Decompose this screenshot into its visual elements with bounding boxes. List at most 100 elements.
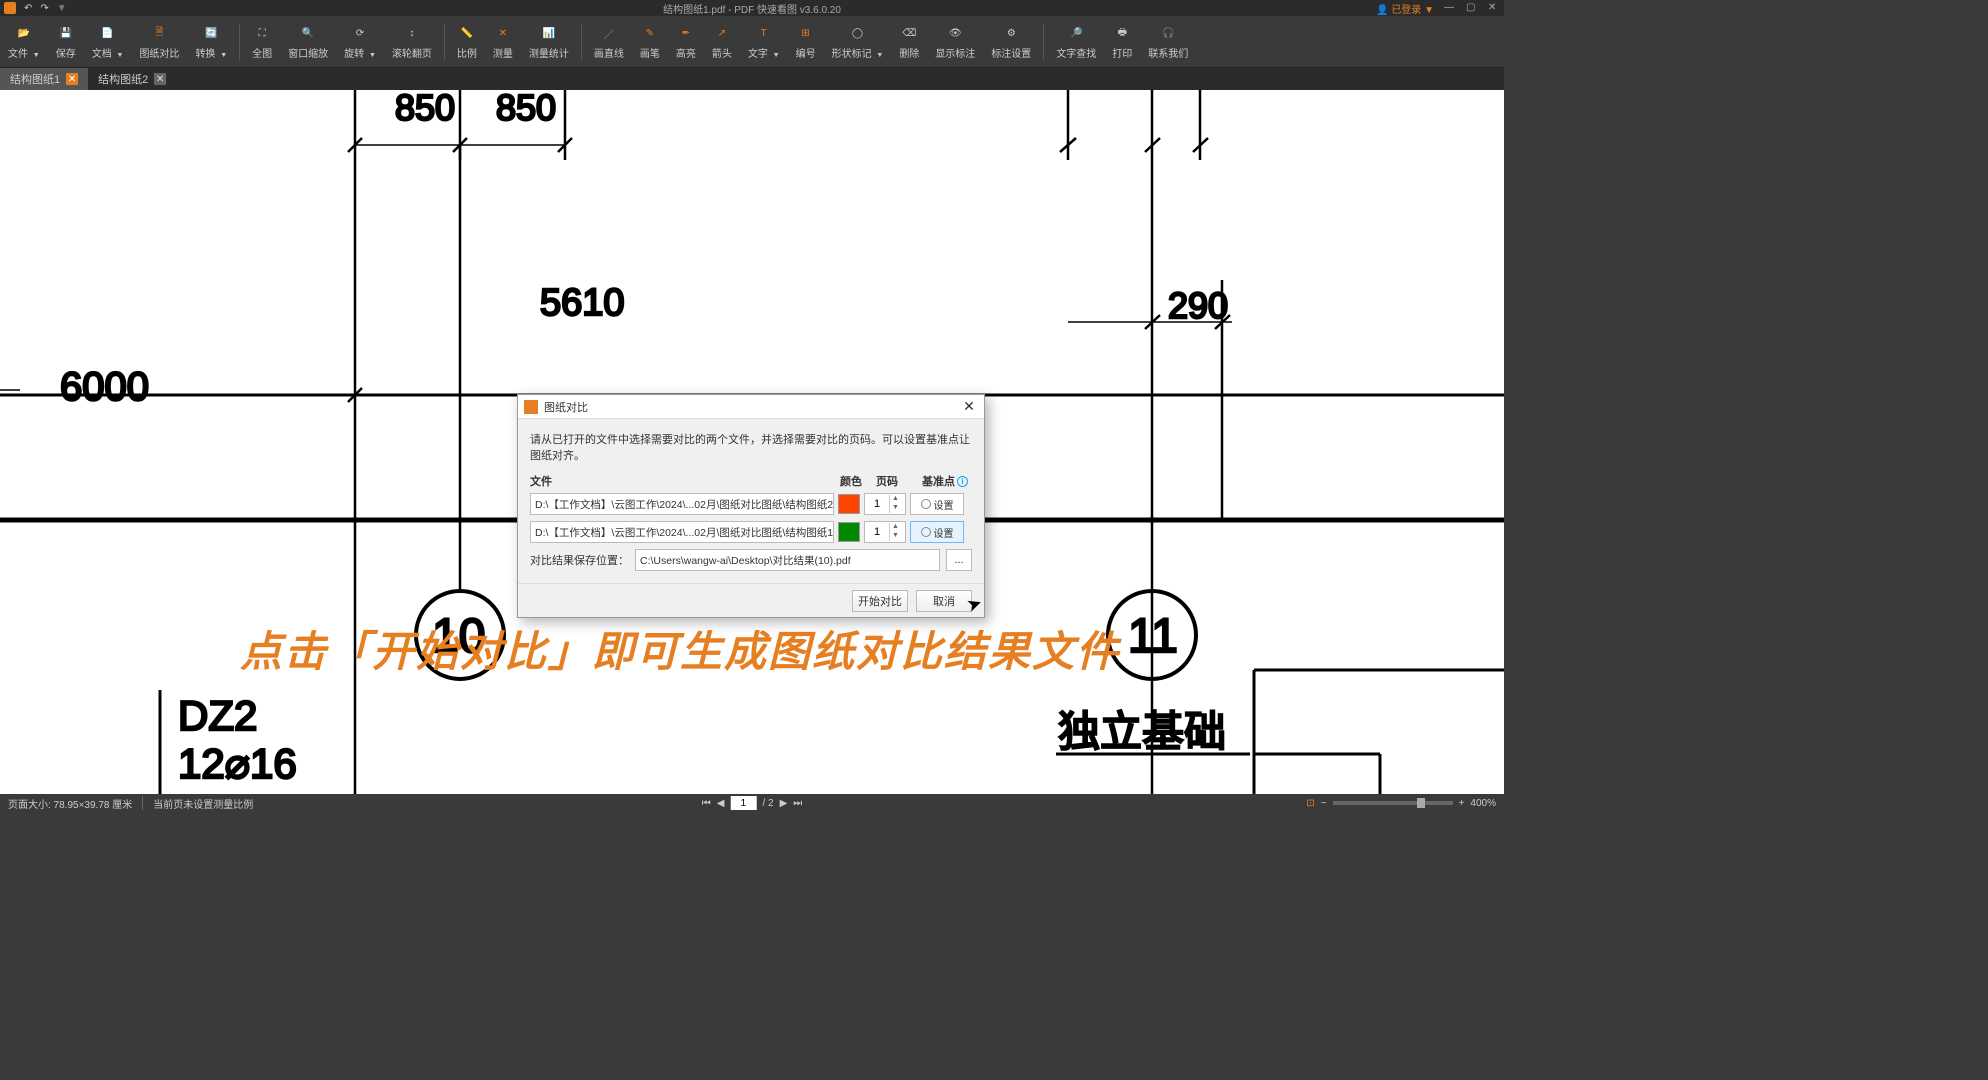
toolbar-label: 高亮 xyxy=(676,45,696,60)
toolbar-annot-settings[interactable]: ⚙标注设置 xyxy=(983,16,1039,67)
rotate-icon: ⟳ xyxy=(350,23,370,43)
toolbar-label: 标注设置 xyxy=(991,45,1031,60)
dim-5610: 5610 xyxy=(540,282,625,324)
zoom-window-icon: 🔍 xyxy=(298,23,318,43)
minimize-icon[interactable]: — xyxy=(1444,2,1456,14)
toolbar-label: 编号 xyxy=(796,45,816,60)
zoom-slider[interactable] xyxy=(1333,801,1453,805)
ruler-icon: 📏 xyxy=(457,23,477,43)
save-icon: 💾 xyxy=(56,23,76,43)
toolbar-number[interactable]: ⊞编号 xyxy=(788,16,824,67)
toolbar-folder-open[interactable]: 📂 文件 ▼ xyxy=(0,16,48,67)
print-icon: 🖶 xyxy=(1112,23,1132,43)
page-total-label: / 2 xyxy=(762,798,773,809)
page-first-icon[interactable]: ⏮ xyxy=(702,798,711,809)
toolbar-label: 图纸对比 xyxy=(139,45,179,60)
info-icon[interactable]: i xyxy=(957,476,968,487)
scroll-icon: ↕ xyxy=(402,23,422,43)
fit-icon: ⛶ xyxy=(252,23,272,43)
file1-page-spinner[interactable]: ▲▼ xyxy=(864,493,906,515)
toolbar-label: 删除 xyxy=(899,45,919,60)
page-current-input[interactable] xyxy=(730,796,756,810)
file2-dropdown[interactable]: D:\【工作文档】\云图工作\2024\...02月\图纸对比图纸\结构图纸1.… xyxy=(530,521,834,543)
toolbar-label: 窗口缩放 xyxy=(288,45,328,60)
contact-icon: 🎧 xyxy=(1158,23,1178,43)
compare-dialog: 图纸对比 ✕ 请从已打开的文件中选择需要对比的两个文件，并选择需要对比的页码。可… xyxy=(517,394,985,618)
toolbar-fit[interactable]: ⛶全图 xyxy=(244,16,280,67)
measure-stats-icon: 📊 xyxy=(539,23,559,43)
dialog-close-button[interactable]: ✕ xyxy=(960,398,978,416)
tab-结构图纸2[interactable]: 结构图纸2✕ xyxy=(88,68,176,90)
toolbar-label: 文字查找 xyxy=(1056,45,1096,60)
maximize-icon[interactable]: ▢ xyxy=(1466,2,1478,14)
dialog-icon xyxy=(524,400,538,414)
file1-color-swatch[interactable] xyxy=(838,494,860,514)
toolbar-label: 箭头 xyxy=(712,45,732,60)
zoom-out-icon[interactable]: − xyxy=(1321,798,1327,809)
drawing-canvas[interactable]: 850 850 6000 5610 290 xyxy=(0,90,1504,794)
toolbar-search[interactable]: 🔎 文字查找 xyxy=(1048,16,1104,67)
toolbar-label: 显示标注 xyxy=(935,45,975,60)
toolbar-label: 打印 xyxy=(1112,45,1132,60)
toolbar-scroll[interactable]: ↕滚轮翻页 xyxy=(384,16,440,67)
toolbar-shape[interactable]: ◯形状标记 ▼ xyxy=(824,16,892,67)
toolbar-measure-stats[interactable]: 📊测量统计 xyxy=(521,16,577,67)
save-path-field[interactable]: C:\Users\wangw-ai\Desktop\对比结果(10).pdf xyxy=(635,549,940,571)
start-compare-button[interactable]: 开始对比 xyxy=(852,590,908,612)
scale-status-label: 当前页未设置测量比例 xyxy=(153,796,253,811)
tab-close-icon[interactable]: ✕ xyxy=(154,73,166,85)
toolbar-show-annot[interactable]: 👁 显示标注 xyxy=(927,16,983,67)
dim-290: 290 xyxy=(1168,285,1228,326)
tabbar: 结构图纸1✕结构图纸2✕ xyxy=(0,68,1504,90)
toolbar-rotate[interactable]: ⟳ 旋转 ▼ xyxy=(336,16,384,67)
toolbar-eraser[interactable]: ⌫删除 xyxy=(891,16,927,67)
toolbar-label: 旋转 ▼ xyxy=(344,45,376,60)
toolbar-measure[interactable]: ✕测量 xyxy=(485,16,521,67)
user-status[interactable]: 👤 已登录 ▼ xyxy=(1376,1,1434,16)
page-next-icon[interactable]: ▶ xyxy=(780,798,788,809)
toolbar-highlight[interactable]: ✒高亮 xyxy=(668,16,704,67)
header-refpoint: 基准点i xyxy=(922,473,970,489)
compare-icon: 🗎 xyxy=(149,23,169,43)
browse-button[interactable]: ... xyxy=(946,549,972,571)
toolbar-print[interactable]: 🖶 打印 xyxy=(1104,16,1140,67)
toolbar-line[interactable]: ／画直线 xyxy=(586,16,632,67)
file2-color-swatch[interactable] xyxy=(838,522,860,542)
file1-dropdown[interactable]: D:\【工作文档】\云图工作\2024\...02月\图纸对比图纸\结构图纸2.… xyxy=(530,493,834,515)
search-icon: 🔎 xyxy=(1066,23,1086,43)
label-12-16: 12⌀16 xyxy=(178,740,297,787)
window-title: 结构图纸1.pdf - PDF 快速看图 v3.6.0.20 xyxy=(663,1,841,16)
toolbar-compare[interactable]: 🗎 图纸对比 xyxy=(131,16,187,67)
toolbar-zoom-window[interactable]: 🔍 窗口缩放 xyxy=(280,16,336,67)
cancel-button[interactable]: 取消 xyxy=(916,590,972,612)
zoom-percent-label[interactable]: 400% xyxy=(1470,798,1496,809)
toolbar: 📂 文件 ▼ 💾保存📄文档 ▼ 🗎 图纸对比 🔄转换 ▼⛶全图 🔍 窗口缩放 ⟳ 旋转 ▼ ↕滚轮翻… xyxy=(0,16,1504,68)
file2-page-spinner[interactable]: ▲▼ xyxy=(864,521,906,543)
undo-icon[interactable]: ↶ xyxy=(24,3,32,14)
zoom-in-icon[interactable]: + xyxy=(1459,798,1465,809)
tab-结构图纸1[interactable]: 结构图纸1✕ xyxy=(0,68,88,90)
toolbar-label: 文件 ▼ xyxy=(8,45,40,60)
toolbar-ruler[interactable]: 📏 比例 xyxy=(449,16,485,67)
page-prev-icon[interactable]: ◀ xyxy=(717,798,725,809)
tab-close-icon[interactable]: ✕ xyxy=(66,73,78,85)
redo-icon[interactable]: ↷ xyxy=(40,3,48,14)
page-last-icon[interactable]: ⏭ xyxy=(793,798,802,809)
folder-open-icon: 📂 xyxy=(14,23,34,43)
dim-850-b: 850 xyxy=(496,90,556,128)
zoom-fit-icon[interactable]: ⊡ xyxy=(1306,798,1314,809)
close-icon[interactable]: ✕ xyxy=(1488,2,1500,14)
file1-refpoint-button[interactable]: 设置 xyxy=(910,493,964,515)
toolbar-save[interactable]: 💾保存 xyxy=(48,16,84,67)
dim-6000: 6000 xyxy=(60,365,149,409)
toolbar-contact[interactable]: 🎧联系我们 xyxy=(1140,16,1196,67)
toolbar-label: 比例 xyxy=(457,45,477,60)
toolbar-convert[interactable]: 🔄转换 ▼ xyxy=(187,16,235,67)
toolbar-pen[interactable]: ✎画笔 xyxy=(632,16,668,67)
file2-refpoint-button[interactable]: 设置 xyxy=(910,521,964,543)
toolbar-arrow[interactable]: ↗箭头 xyxy=(704,16,740,67)
dim-850-a: 850 xyxy=(395,90,455,128)
show-annot-icon: 👁 xyxy=(945,23,965,43)
toolbar-document[interactable]: 📄文档 ▼ xyxy=(84,16,132,67)
toolbar-text[interactable]: T文字 ▼ xyxy=(740,16,788,67)
